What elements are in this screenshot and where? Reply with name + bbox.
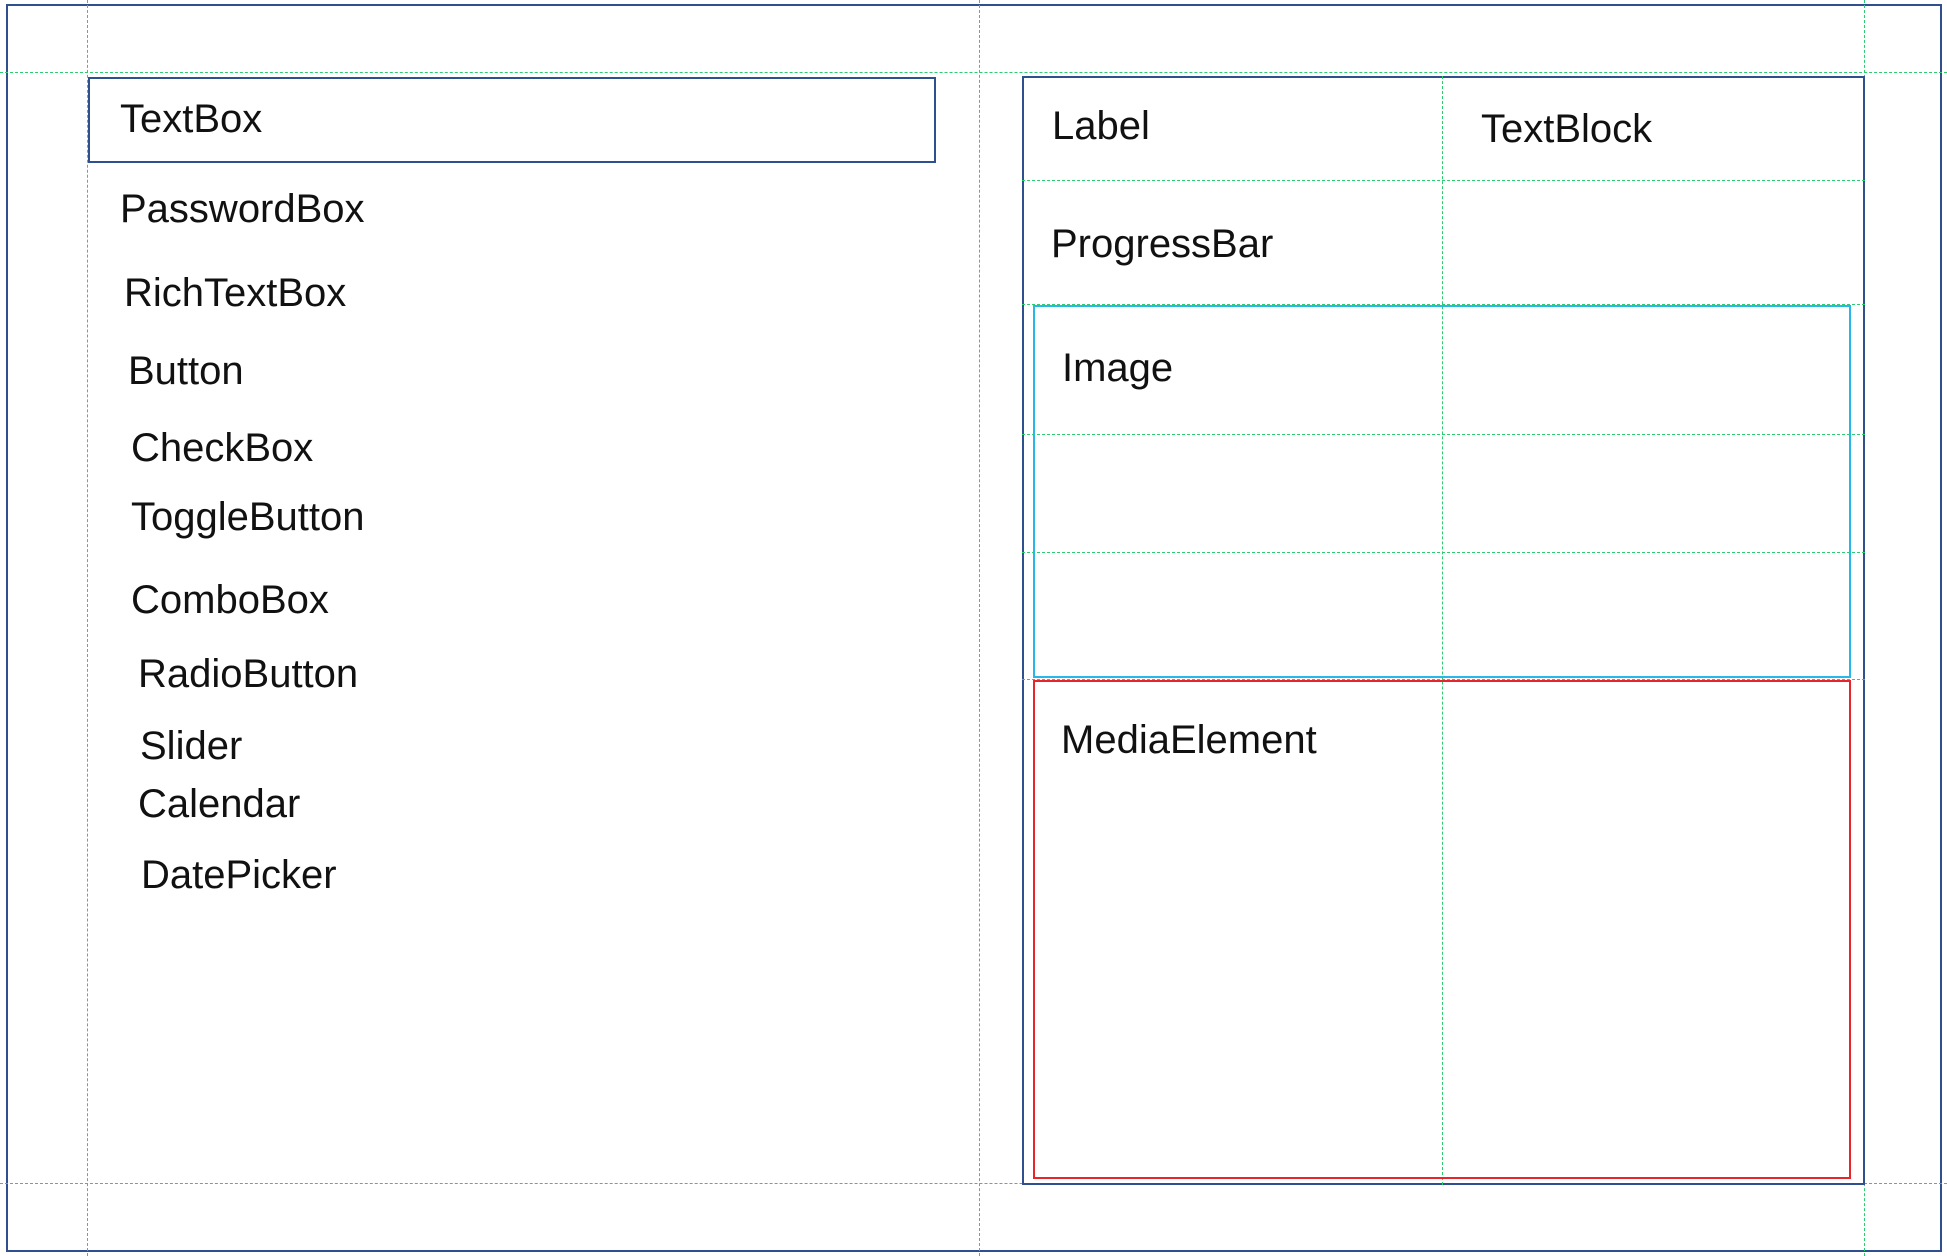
slider-control[interactable]: Slider	[140, 724, 242, 768]
checkbox-control[interactable]: CheckBox	[131, 426, 313, 470]
guide-line-v1	[87, 0, 88, 1256]
textblock-control: TextBlock	[1481, 107, 1653, 151]
button-control[interactable]: Button	[128, 349, 244, 393]
richtextbox-control[interactable]: RichTextBox	[124, 271, 346, 315]
grid-row-divider-1	[1022, 180, 1865, 181]
progressbar-control: ProgressBar	[1051, 222, 1274, 266]
calendar-control[interactable]: Calendar	[138, 782, 300, 826]
mediaelement-control: MediaElement	[1061, 718, 1317, 762]
radiobutton-control[interactable]: RadioButton	[138, 652, 358, 696]
textbox-label: TextBox	[120, 97, 263, 141]
datepicker-control[interactable]: DatePicker	[141, 853, 337, 897]
image-control: Image	[1062, 346, 1174, 390]
passwordbox-control[interactable]: PasswordBox	[120, 187, 365, 231]
togglebutton-control[interactable]: ToggleButton	[131, 495, 365, 539]
label-control: Label	[1052, 104, 1150, 148]
combobox-control[interactable]: ComboBox	[131, 578, 329, 622]
guide-line-h1	[0, 72, 1947, 73]
guide-line-v2	[979, 0, 980, 1256]
textbox-control[interactable]: TextBox	[88, 77, 936, 163]
